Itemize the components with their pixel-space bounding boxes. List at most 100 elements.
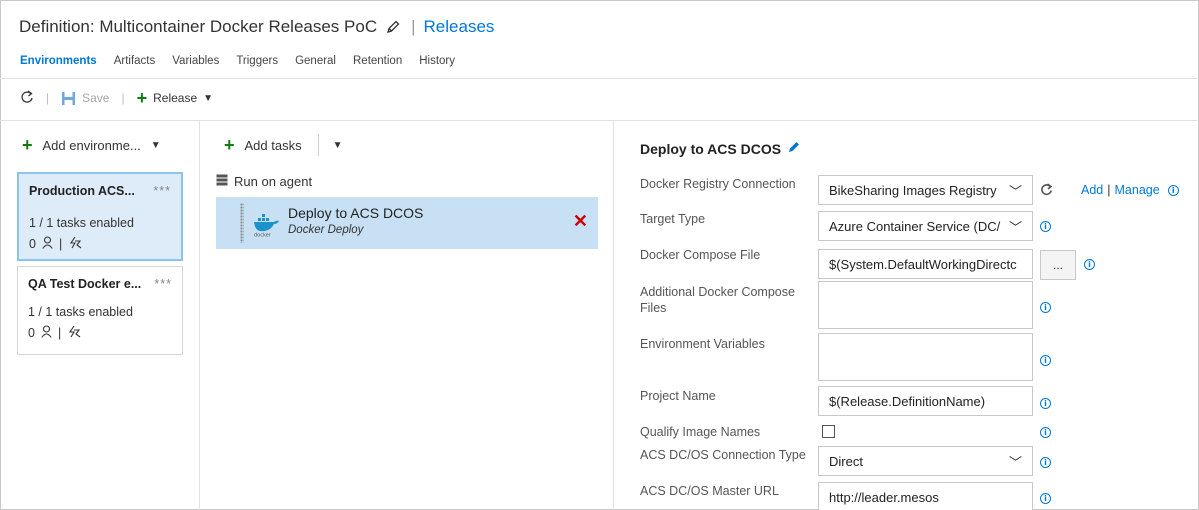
button-divider	[317, 134, 319, 156]
divider	[0, 120, 1199, 121]
link-separator: |	[1107, 183, 1111, 197]
project-name-label: Project Name	[640, 389, 716, 403]
info-icon[interactable]: i	[1040, 221, 1051, 232]
icon-separator: |	[58, 237, 63, 251]
environment-name: QA Test Docker e...	[28, 277, 142, 291]
release-button[interactable]: + Release ▼	[137, 89, 213, 107]
info-icon[interactable]: i	[1040, 355, 1051, 366]
master-url-input[interactable]: http://leader.mesos	[818, 482, 1033, 510]
server-icon	[216, 174, 228, 189]
tab-general[interactable]: General	[295, 55, 336, 67]
environment-card[interactable]: QA Test Docker e... *** 1 / 1 tasks enab…	[17, 266, 183, 355]
approver-icon[interactable]	[41, 325, 52, 341]
title-separator: |	[411, 17, 416, 36]
approver-icon[interactable]	[42, 236, 53, 252]
deployment-conditions-icon[interactable]	[68, 236, 82, 252]
chevron-down-icon: ﹀	[1008, 219, 1022, 235]
target-type-select[interactable]: Azure Container Service (DC/ ﹀	[818, 211, 1033, 241]
save-button[interactable]: Save	[61, 91, 109, 106]
target-type-value: Azure Container Service (DC/	[829, 218, 1001, 234]
tab-artifacts[interactable]: Artifacts	[114, 55, 156, 67]
plus-icon: +	[224, 135, 235, 155]
releases-link[interactable]: Releases	[424, 17, 495, 37]
project-name-input[interactable]: $(Release.DefinitionName)	[818, 386, 1033, 416]
master-url-value: http://leader.mesos	[829, 489, 939, 505]
qualify-image-names-label: Qualify Image Names	[640, 425, 761, 439]
info-icon[interactable]: i	[1040, 427, 1051, 438]
detail-title-text: Deploy to ACS DCOS	[640, 140, 782, 157]
page-title: Definition: Multicontainer Docker Releas…	[19, 17, 378, 36]
refresh-icon[interactable]	[20, 89, 34, 107]
environment-name-row: Production ACS... ***	[29, 184, 171, 198]
add-tasks-button[interactable]: + Add tasks ▼	[224, 134, 343, 156]
add-environment-button[interactable]: + Add environme... ▼	[22, 136, 161, 154]
more-options-icon[interactable]: ***	[153, 184, 171, 198]
additional-compose-textarea[interactable]	[818, 281, 1033, 329]
registry-connection-select[interactable]: BikeSharing Images Registry ﹀	[818, 175, 1033, 205]
task-type: Docker Deploy	[288, 224, 364, 236]
add-environment-label: Add environme...	[42, 137, 141, 153]
docker-logo-text: docker	[254, 233, 272, 238]
header: Definition: Multicontainer Docker Releas…	[19, 14, 494, 40]
release-label: Release	[153, 91, 198, 105]
phase-label: Run on agent	[234, 174, 313, 189]
master-url-label: ACS DC/OS Master URL	[640, 484, 779, 498]
compose-file-input[interactable]: $(System.DefaultWorkingDirectc	[818, 249, 1033, 279]
edit-pencil-icon[interactable]	[385, 19, 401, 35]
column-divider	[613, 120, 614, 510]
info-icon[interactable]: i	[1084, 259, 1095, 270]
caret-down-icon: ▼	[150, 139, 161, 151]
environment-status-row: 0 |	[28, 325, 172, 341]
docker-icon: docker	[252, 211, 280, 239]
task-detail-title: Deploy to ACS DCOS	[640, 140, 801, 157]
edit-pencil-icon[interactable]	[787, 140, 801, 157]
compose-file-value: $(System.DefaultWorkingDirectc	[829, 256, 1017, 272]
remove-task-icon[interactable]: ✕	[573, 211, 588, 232]
tab-triggers[interactable]: Triggers	[236, 55, 278, 67]
info-icon[interactable]: i	[1040, 398, 1051, 409]
browse-button[interactable]: ...	[1040, 250, 1076, 280]
manage-connection-link[interactable]: Manage	[1115, 183, 1160, 197]
tab-retention[interactable]: Retention	[353, 55, 402, 67]
toolbar-separator: |	[46, 91, 50, 105]
run-on-agent-phase[interactable]: Run on agent	[216, 174, 312, 189]
environment-variables-textarea[interactable]	[818, 333, 1033, 381]
connection-type-select[interactable]: Direct ﹀	[818, 446, 1033, 476]
tab-bar: Environments Artifacts Variables Trigger…	[20, 55, 455, 67]
save-label: Save	[82, 91, 110, 105]
plus-icon: +	[22, 135, 33, 155]
refresh-icon[interactable]	[1040, 183, 1053, 199]
tab-environments[interactable]: Environments	[20, 55, 97, 67]
save-icon	[62, 91, 76, 105]
environment-card[interactable]: Production ACS... *** 1 / 1 tasks enable…	[17, 172, 183, 261]
task-item[interactable]: docker Deploy to ACS DCOS Docker Deploy …	[216, 197, 598, 249]
info-icon[interactable]: i	[1167, 184, 1179, 196]
tab-variables[interactable]: Variables	[172, 55, 219, 67]
approver-count: 0	[29, 237, 36, 251]
add-connection-link[interactable]: Add	[1081, 183, 1103, 197]
environment-name: Production ACS...	[29, 184, 135, 198]
qualify-image-names-checkbox[interactable]	[822, 425, 835, 438]
task-name: Deploy to ACS DCOS	[288, 205, 424, 221]
divider	[0, 78, 1199, 79]
icon-separator: |	[57, 326, 62, 340]
connection-type-value: Direct	[829, 453, 863, 469]
info-icon[interactable]: i	[1040, 302, 1051, 313]
toolbar-separator: |	[121, 91, 125, 105]
registry-connection-value: BikeSharing Images Registry	[829, 182, 997, 198]
deployment-conditions-icon[interactable]	[67, 325, 81, 341]
additional-compose-label: Additional Docker Compose Files	[640, 285, 795, 315]
compose-file-label: Docker Compose File	[640, 248, 761, 262]
caret-down-icon[interactable]: ▼	[333, 140, 343, 151]
drag-handle[interactable]	[240, 203, 244, 243]
project-name-value: $(Release.DefinitionName)	[829, 393, 986, 409]
environment-name-row: QA Test Docker e... ***	[28, 277, 172, 291]
chevron-down-icon: ﹀	[1008, 454, 1022, 470]
approver-count: 0	[28, 326, 35, 340]
info-icon[interactable]: i	[1040, 457, 1051, 468]
tab-history[interactable]: History	[419, 55, 455, 67]
registry-links: Add | Manage i	[1081, 183, 1179, 197]
environment-status-row: 0 |	[29, 236, 171, 252]
info-icon[interactable]: i	[1040, 493, 1051, 504]
more-options-icon[interactable]: ***	[154, 277, 172, 291]
